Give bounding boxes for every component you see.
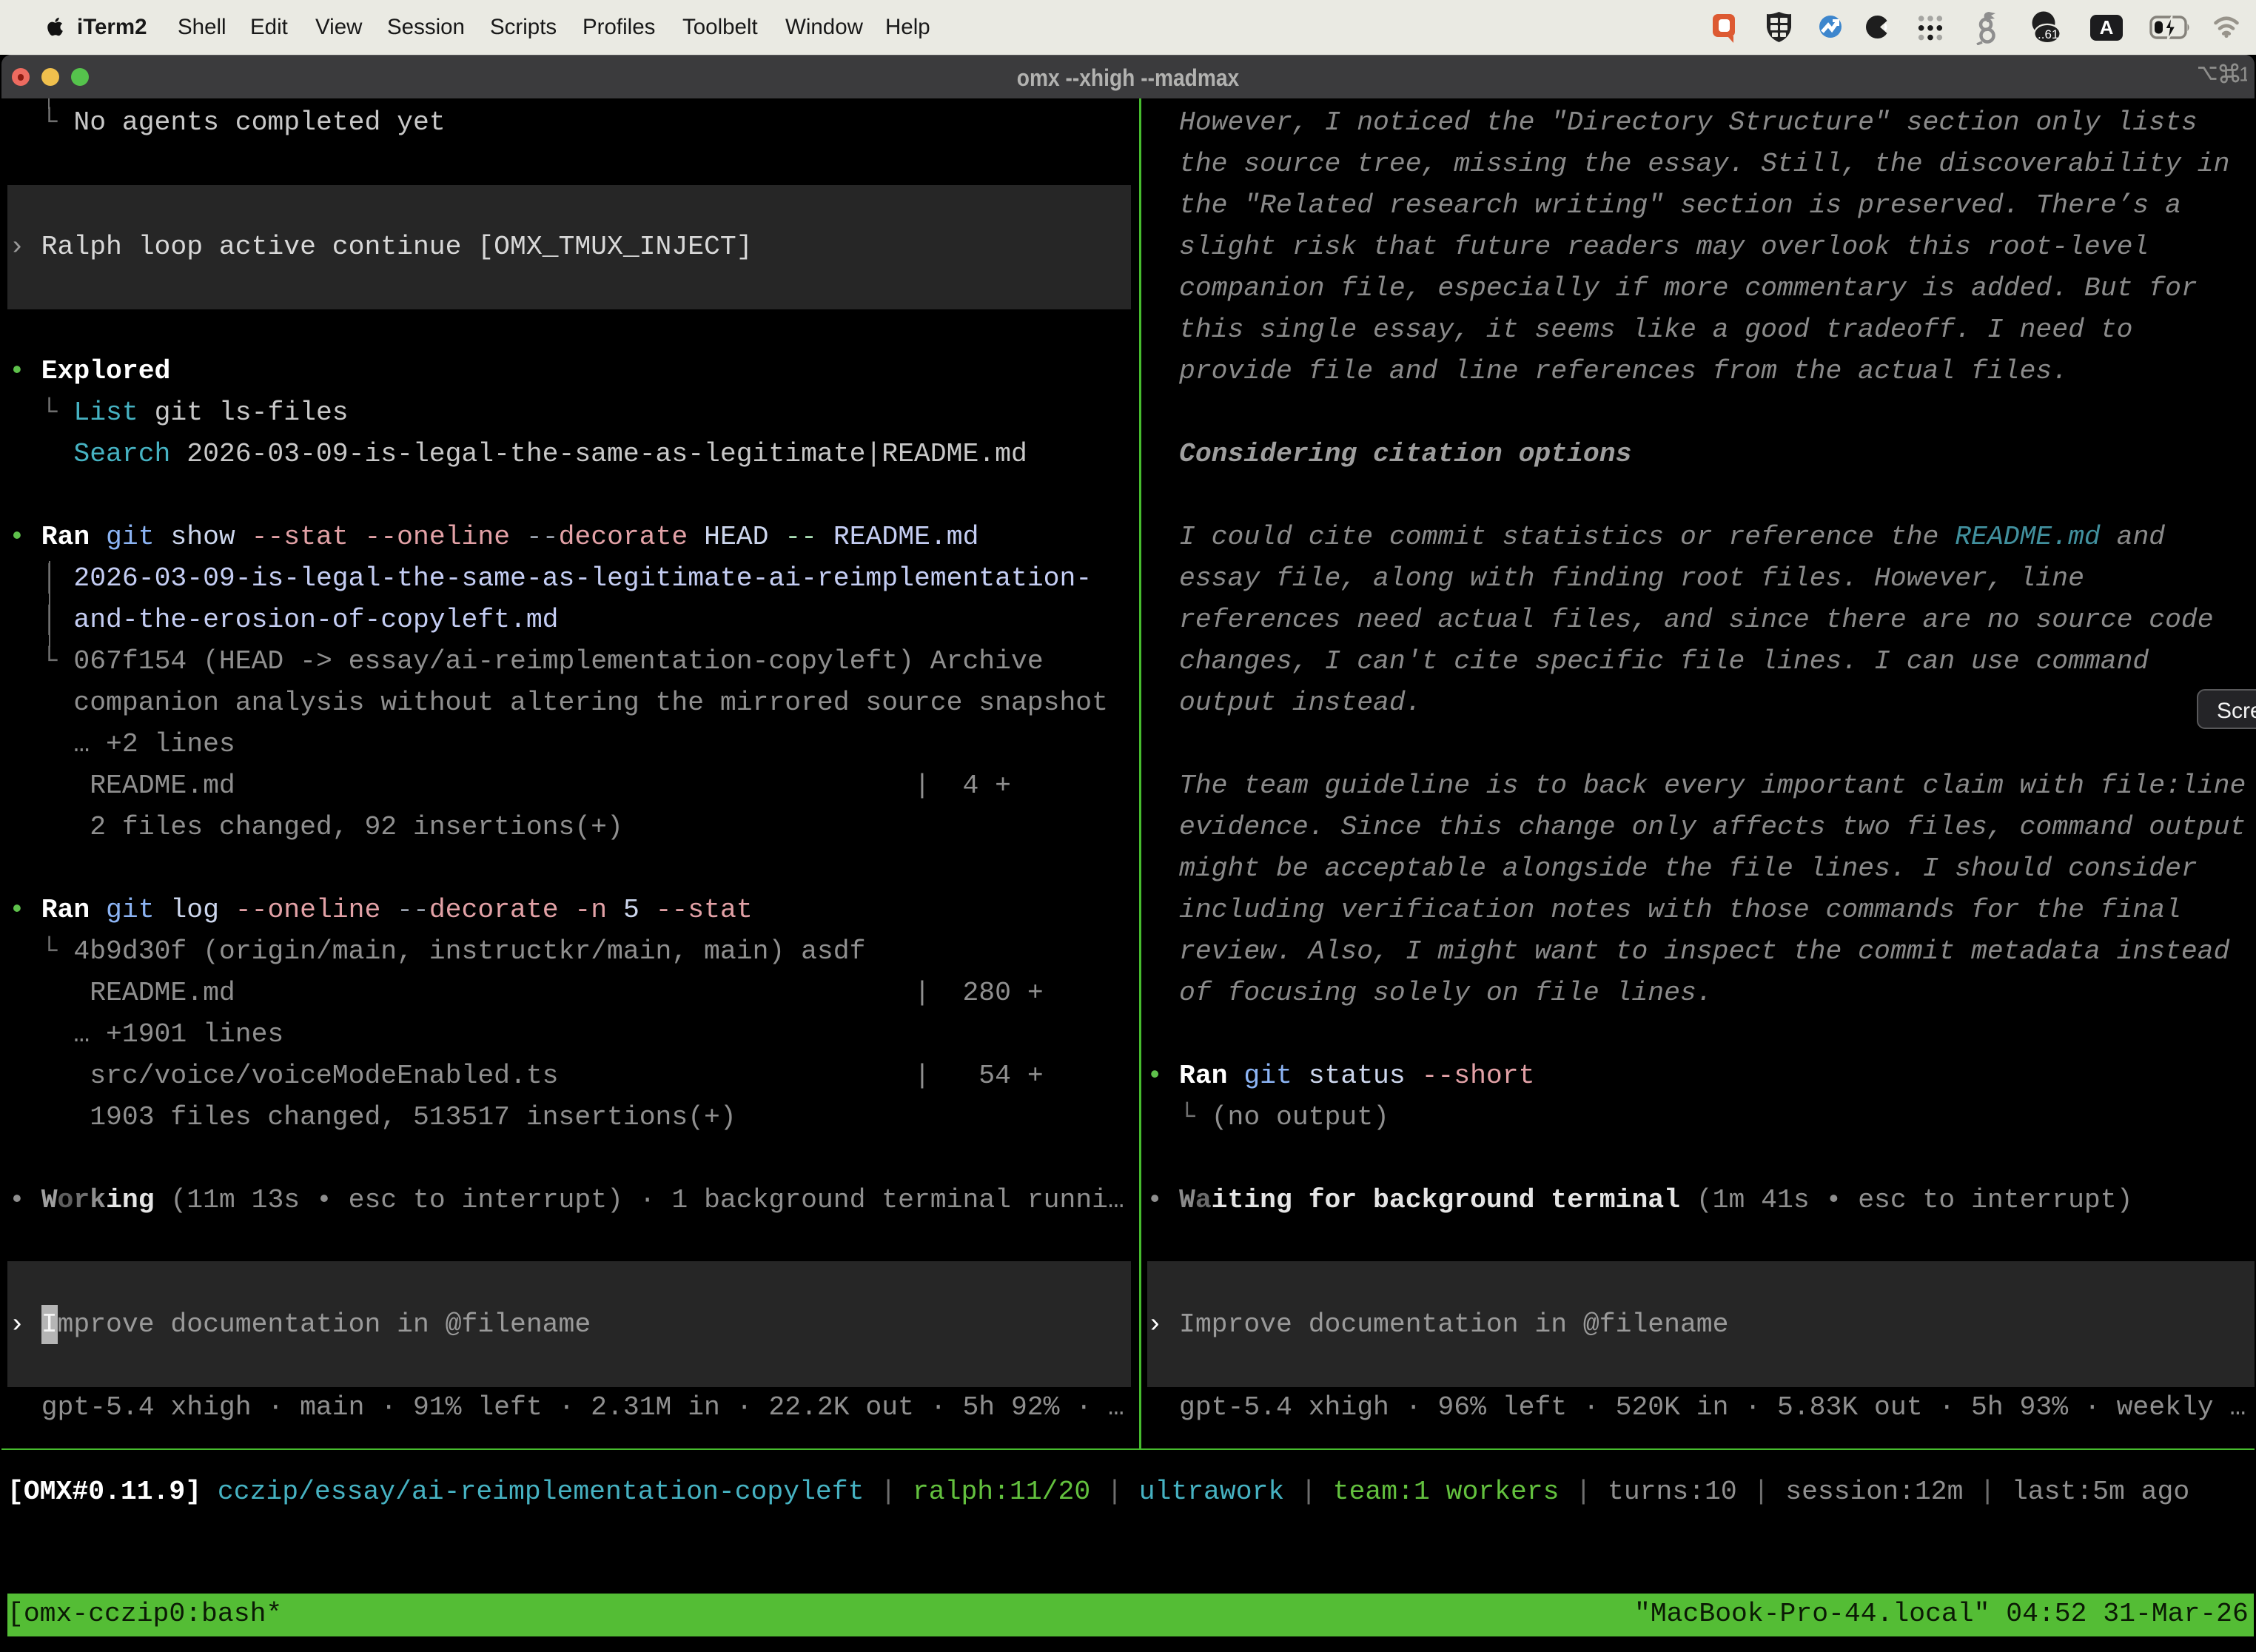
svg-text:..61: ..61 xyxy=(2038,27,2058,41)
svg-text:1: 1 xyxy=(2239,63,2247,86)
